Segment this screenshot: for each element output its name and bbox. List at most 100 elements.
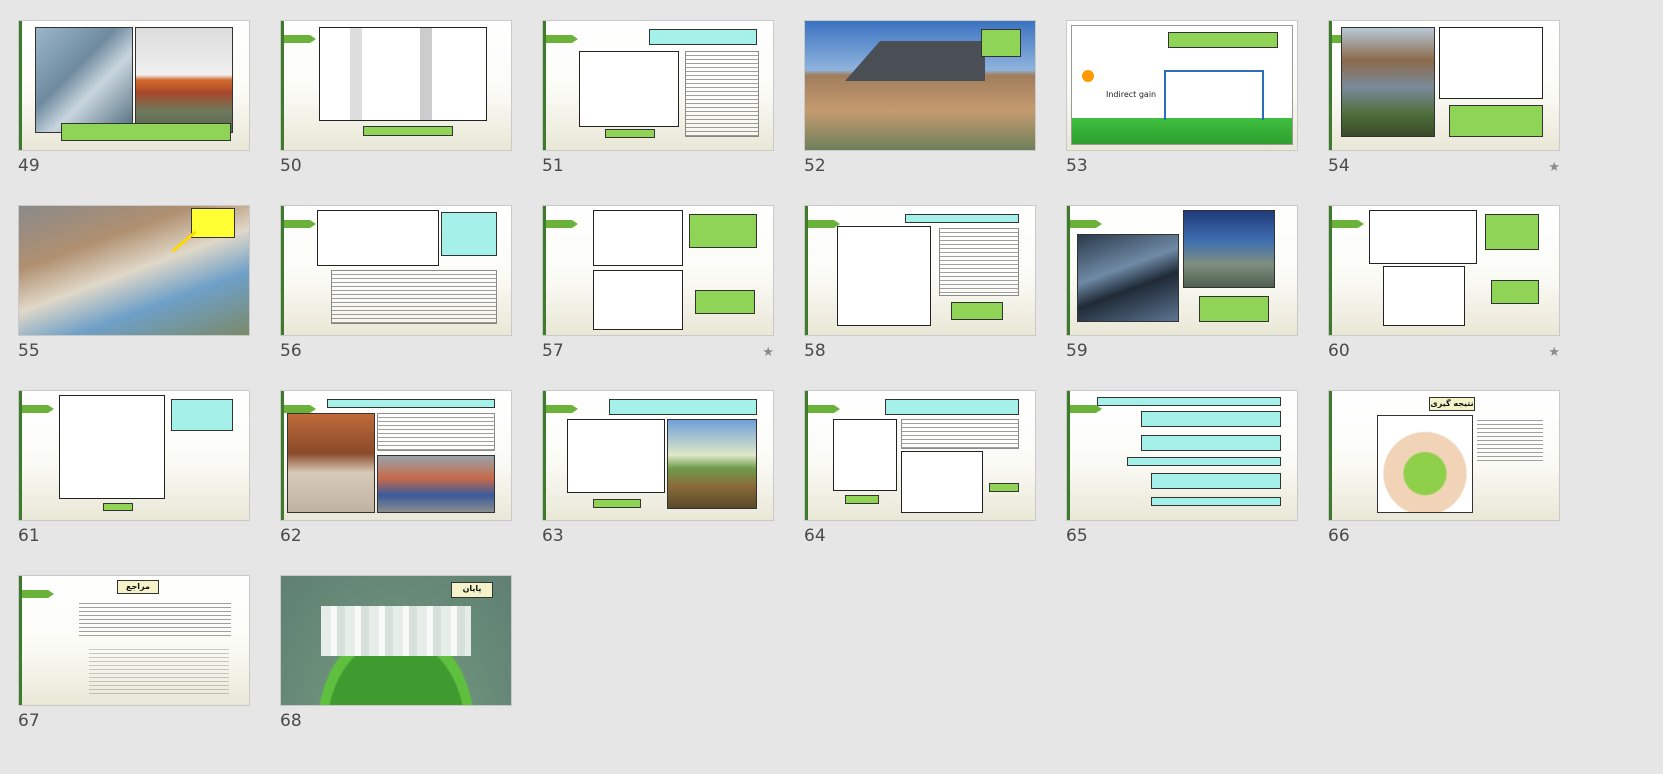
slide-number: 49 xyxy=(18,156,40,176)
slide-cell: 50 xyxy=(280,20,514,190)
slide-thumbnail[interactable] xyxy=(280,205,512,336)
slide-title: مراجع xyxy=(117,580,159,594)
caption-box xyxy=(1097,397,1281,406)
slide-thumbnail[interactable] xyxy=(542,205,774,336)
diagram xyxy=(593,210,683,266)
photo xyxy=(377,455,495,513)
slide-thumbnail[interactable] xyxy=(1328,20,1560,151)
diagram: Indirect gain xyxy=(1071,25,1293,145)
slide-thumbnail[interactable]: مراجع xyxy=(18,575,250,706)
slide-cell: 60 ★ xyxy=(1328,205,1562,375)
slide-tag xyxy=(284,405,316,413)
slide-cell: 56 xyxy=(280,205,514,375)
diagram xyxy=(317,210,439,266)
slide-number: 53 xyxy=(1066,156,1088,176)
slide-thumbnail[interactable] xyxy=(18,390,250,521)
slide-thumbnail[interactable] xyxy=(804,20,1036,151)
slide-thumbnail[interactable] xyxy=(280,20,512,151)
caption-box xyxy=(327,399,495,408)
slide-cell: 51 xyxy=(542,20,776,190)
slide-cell: پایان 68 xyxy=(280,575,514,745)
slide-cell: 65 xyxy=(1066,390,1300,560)
caption-box xyxy=(103,503,133,511)
slide-tag xyxy=(284,220,316,228)
slide-cell: 52 xyxy=(804,20,1038,190)
slide-number: 57 xyxy=(542,341,564,361)
photo xyxy=(1183,210,1275,288)
diagram xyxy=(567,419,665,493)
slide-number: 52 xyxy=(804,156,826,176)
text-block xyxy=(79,600,231,636)
slide-thumbnail[interactable] xyxy=(1328,205,1560,336)
diagram xyxy=(1439,27,1543,99)
house-outline xyxy=(1164,70,1264,120)
slide-thumbnail[interactable] xyxy=(1066,205,1298,336)
slide-cell: 54 ★ xyxy=(1328,20,1562,190)
diagram xyxy=(901,451,983,513)
text-block xyxy=(901,419,1019,449)
caption-box xyxy=(1485,214,1539,250)
slide-tag xyxy=(546,220,578,228)
caption-box xyxy=(951,302,1003,320)
photo xyxy=(1377,415,1473,513)
slide-tag xyxy=(1332,220,1364,228)
text-block xyxy=(89,646,229,696)
slide-tag xyxy=(546,405,578,413)
caption-box xyxy=(1449,105,1543,137)
text-block xyxy=(685,51,759,137)
slide-tag xyxy=(22,590,54,598)
text-block xyxy=(1477,417,1543,461)
slide-cell: Indirect gain 53 xyxy=(1066,20,1300,190)
star-icon: ★ xyxy=(1548,160,1560,175)
text-block xyxy=(939,228,1019,296)
slide-number: 56 xyxy=(280,341,302,361)
slide-thumbnail[interactable]: نتیجه گیری xyxy=(1328,390,1560,521)
slide-number: 68 xyxy=(280,711,302,731)
slide-thumbnail[interactable] xyxy=(804,390,1036,521)
slide-number: 63 xyxy=(542,526,564,546)
diagram xyxy=(1369,210,1477,264)
caption-box xyxy=(593,499,641,508)
slide-thumbnail[interactable] xyxy=(18,20,250,151)
slide-thumbnail[interactable] xyxy=(804,205,1036,336)
slide-thumbnail[interactable]: Indirect gain xyxy=(1066,20,1298,151)
slide-thumbnail[interactable] xyxy=(542,20,774,151)
slide-number: 61 xyxy=(18,526,40,546)
diagram xyxy=(59,395,165,499)
slide-thumbnail[interactable] xyxy=(1066,390,1298,521)
slide-number: 66 xyxy=(1328,526,1350,546)
slide-thumbnail[interactable]: پایان xyxy=(280,575,512,706)
city-skyline xyxy=(321,606,471,656)
caption-box xyxy=(605,129,655,138)
slide-tag xyxy=(1070,220,1102,228)
slide-thumbnail[interactable] xyxy=(542,390,774,521)
slide-number: 51 xyxy=(542,156,564,176)
diagram xyxy=(837,226,931,326)
caption-box xyxy=(1491,280,1539,304)
slide-cell: 58 xyxy=(804,205,1038,375)
slide-title: نتیجه گیری xyxy=(1429,397,1475,411)
slide-title: پایان xyxy=(451,582,493,598)
star-icon: ★ xyxy=(762,345,774,360)
caption-box xyxy=(885,399,1019,415)
slide-cell: نتیجه گیری 66 xyxy=(1328,390,1562,560)
slide-thumbnail[interactable] xyxy=(280,390,512,521)
slide-thumbnail[interactable] xyxy=(18,205,250,336)
caption-box xyxy=(1168,32,1278,48)
photo xyxy=(287,413,375,513)
caption-box xyxy=(695,290,755,314)
diagram-label: Indirect gain xyxy=(1106,90,1157,99)
diagram xyxy=(1383,266,1465,326)
caption-box xyxy=(609,399,757,415)
slide-tag xyxy=(284,35,316,43)
slide-sorter-grid: 49 50 51 52 Indirect gain 53 54 ★ 55 56 … xyxy=(0,0,1663,774)
text-block xyxy=(377,413,495,451)
caption-box xyxy=(1127,457,1281,466)
slide-cell: مراجع 67 xyxy=(18,575,252,745)
slide-cell: 59 xyxy=(1066,205,1300,375)
slide-number: 60 xyxy=(1328,341,1350,361)
caption-box xyxy=(363,126,453,136)
photo xyxy=(135,27,233,133)
caption-box xyxy=(1151,473,1281,489)
caption-box xyxy=(1141,435,1281,451)
